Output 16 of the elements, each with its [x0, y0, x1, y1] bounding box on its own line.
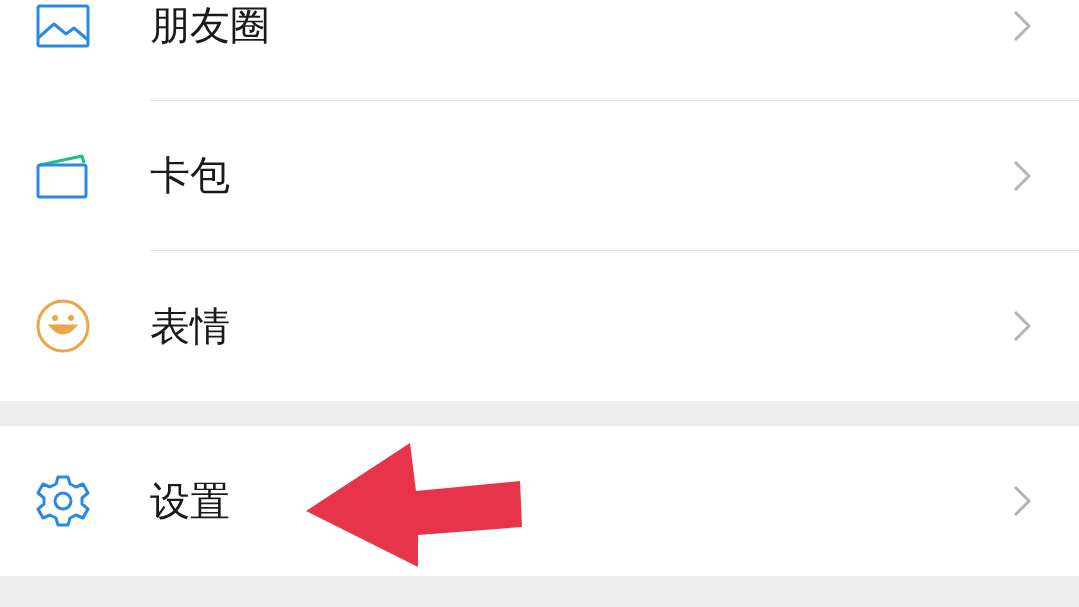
chevron-icon — [1013, 310, 1031, 342]
menu-item[interactable]: 卡包 — [0, 101, 1079, 251]
menu-label: 卡包 — [150, 151, 230, 200]
menu-item[interactable]: 朋友圈 — [0, 0, 1079, 101]
card-icon — [36, 153, 90, 199]
chevron-icon — [1013, 485, 1031, 517]
menu-label: 设置 — [150, 476, 230, 526]
menu-item[interactable]: 表情 — [0, 251, 1079, 401]
chevron-icon — [1013, 159, 1031, 192]
picture-icon — [36, 4, 90, 48]
menu-label: 朋友圈 — [150, 1, 270, 50]
chevron-icon — [1013, 9, 1031, 42]
menu-item[interactable]: 设置 — [0, 426, 1079, 576]
menu-label: 表情 — [150, 301, 230, 351]
settings-icon — [36, 474, 90, 528]
smiley-icon — [36, 299, 90, 353]
